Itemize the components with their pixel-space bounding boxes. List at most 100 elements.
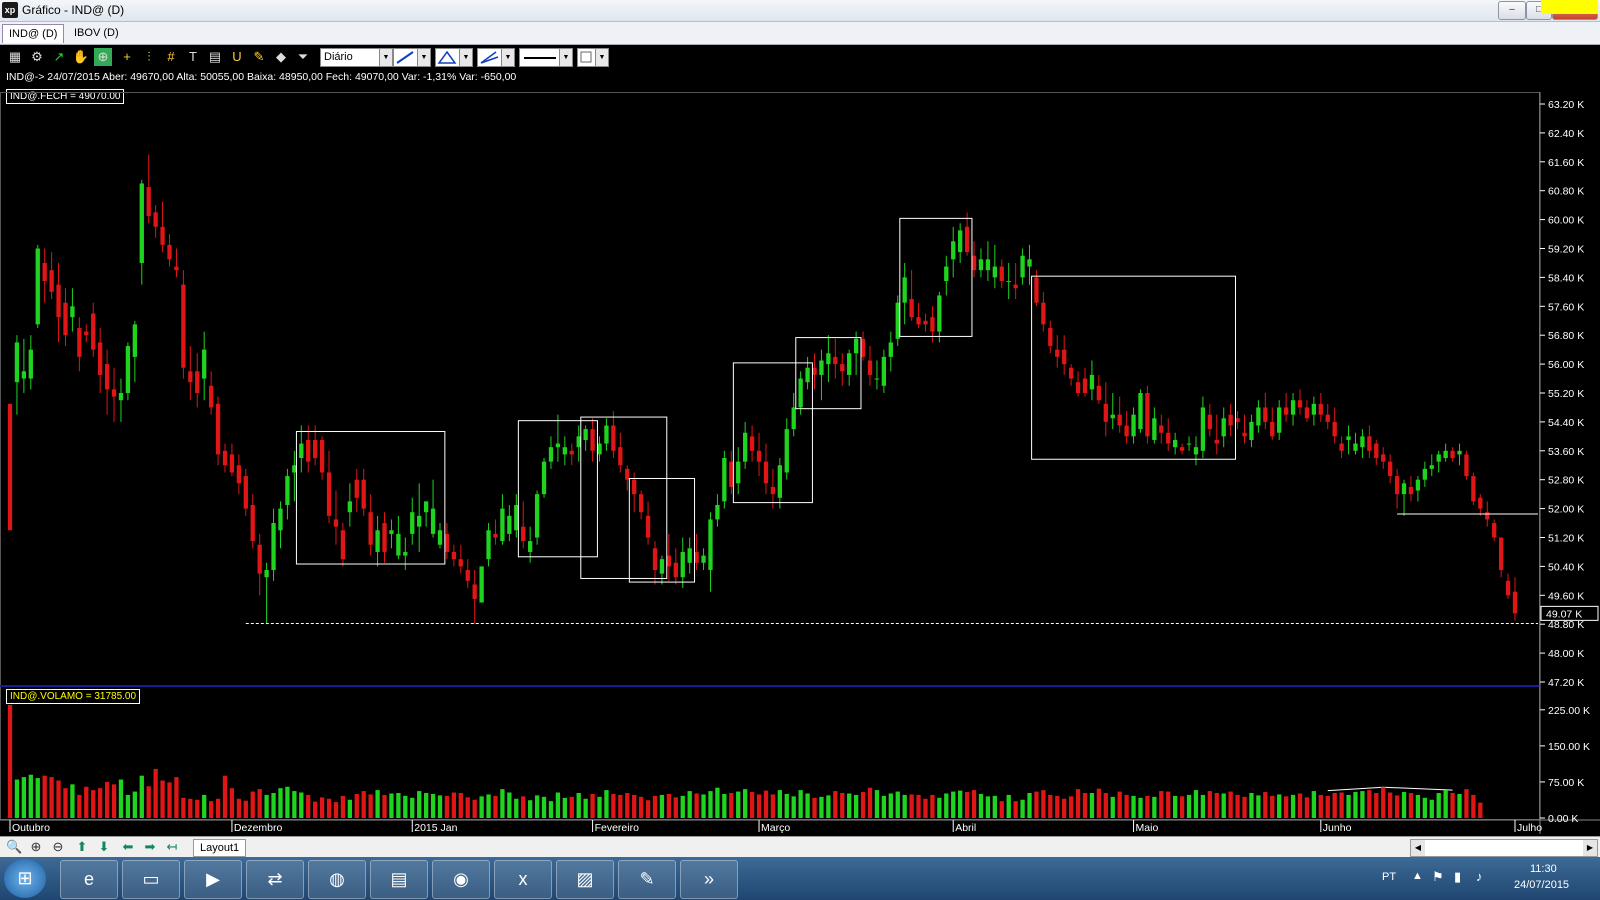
volume-tick-label: 225.00 K: [1548, 705, 1590, 717]
volume-bar: [625, 792, 630, 818]
volume-bar: [770, 794, 776, 818]
price-tick-label: 52.80 K: [1548, 475, 1584, 487]
arrow-up-icon[interactable]: ⬆: [74, 839, 90, 855]
volume-bar: [181, 797, 186, 818]
candle-body: [548, 447, 554, 462]
language-indicator[interactable]: PT: [1382, 871, 1396, 883]
volume-bar: [1103, 792, 1108, 818]
network-icon[interactable]: ⇄: [246, 860, 304, 899]
volume-bar: [1096, 788, 1102, 818]
candle-body: [222, 450, 228, 466]
volume-bar: [1020, 799, 1025, 818]
volume-bar: [555, 792, 561, 818]
volume-bar: [964, 792, 970, 818]
volume-bar: [729, 792, 734, 818]
candle-body: [493, 533, 498, 538]
volume-bar: [479, 796, 484, 818]
scroll-end-icon[interactable]: ↤: [164, 839, 180, 855]
zoom-out-icon[interactable]: ⊖: [50, 839, 66, 855]
candle-body: [833, 356, 838, 365]
candle-body: [687, 548, 692, 563]
volume-tick-label: 75.00 K: [1548, 777, 1584, 789]
tray-arrow-icon[interactable]: ▲: [1412, 870, 1423, 882]
arrow-left-icon[interactable]: ⬅: [120, 839, 136, 855]
candle-body: [756, 450, 762, 462]
volume-bar: [833, 791, 838, 818]
candle-body: [125, 346, 131, 393]
arrow-down-icon[interactable]: ⬇: [96, 839, 112, 855]
candle-body: [146, 187, 151, 216]
clock-time[interactable]: 11:30: [1530, 863, 1557, 875]
volume-bar: [784, 793, 789, 818]
hp-icon[interactable]: ◍: [308, 860, 366, 899]
ie-icon[interactable]: e: [60, 860, 118, 899]
media-app-icon[interactable]: »: [680, 860, 738, 899]
search-icon[interactable]: 🔍: [6, 839, 22, 855]
candle-body: [1401, 483, 1407, 495]
last-volume-label: 31.79 K: [1548, 0, 1584, 3]
candle-body: [1034, 277, 1039, 303]
arrow-right-icon[interactable]: ➡: [142, 839, 158, 855]
volume-bar: [1290, 794, 1296, 818]
candle-body: [132, 324, 137, 357]
volume-bar: [160, 780, 165, 818]
candle-body: [333, 519, 339, 527]
media-player-icon[interactable]: ▶: [184, 860, 242, 899]
candle-body: [1242, 432, 1247, 437]
volume-bar: [840, 792, 845, 818]
candle-body: [701, 555, 706, 563]
candle-body: [569, 450, 574, 455]
candle-body: [319, 439, 325, 473]
candle-body: [763, 461, 769, 484]
price-tick-label: 53.60 K: [1548, 446, 1584, 458]
volume-bar: [992, 795, 997, 818]
price-tick-label: 48.80 K: [1548, 619, 1584, 631]
xp-app-taskbar-icon[interactable]: x: [494, 860, 552, 899]
price-tick-label: 56.00 K: [1548, 359, 1584, 371]
candle-body: [694, 551, 699, 563]
price-tick-label: 60.80 K: [1548, 186, 1584, 198]
volume-bar: [313, 801, 318, 818]
volume-bar: [590, 793, 595, 818]
chrome-icon[interactable]: ◉: [432, 860, 490, 899]
volume-bar: [971, 790, 977, 818]
folder-icon[interactable]: ▭: [122, 860, 180, 899]
candle-body: [472, 584, 477, 599]
horizontal-scrollbar[interactable]: ◀ ▶: [1410, 839, 1598, 857]
zoom-in-icon[interactable]: ⊕: [28, 839, 44, 855]
price-tick-label: 48.00 K: [1548, 648, 1584, 660]
candle-body: [403, 551, 408, 556]
candle-body: [1138, 393, 1143, 430]
start-button[interactable]: ⊞: [4, 859, 46, 898]
volume-bar: [1089, 792, 1095, 818]
volume-bar: [673, 797, 678, 818]
files-icon[interactable]: ▤: [370, 860, 428, 899]
month-label: Maio: [1136, 822, 1159, 834]
volume-bar: [292, 791, 297, 818]
clock-date[interactable]: 24/07/2015: [1514, 879, 1569, 891]
photo-viewer-icon[interactable]: ▨: [556, 860, 614, 899]
volume-bar: [417, 791, 422, 818]
signal-icon[interactable]: ▮: [1454, 869, 1461, 885]
volume-bar: [756, 794, 762, 818]
layout-tab[interactable]: Layout1: [193, 839, 247, 857]
volume-bar: [278, 788, 283, 818]
volume-bar: [826, 795, 831, 818]
volume-bar: [1207, 791, 1212, 818]
candle-body: [1249, 421, 1254, 440]
volume-bar: [146, 786, 151, 818]
volume-bar: [1277, 794, 1282, 818]
candle-body: [736, 461, 741, 484]
price-tick-label: 60.00 K: [1548, 215, 1584, 227]
candle-body: [1297, 400, 1303, 408]
volume-bar: [1152, 796, 1157, 818]
paint-icon[interactable]: ✎: [618, 860, 676, 899]
price-chart[interactable]: 63.20 K 62.40 K 61.60 K 60.80 K 60.00 K 59.20…: [0, 0, 1600, 836]
scroll-right-icon[interactable]: ▶: [1583, 840, 1597, 856]
candle-body: [860, 338, 866, 357]
volume-bar: [410, 797, 415, 818]
price-tick-label: 47.20 K: [1548, 677, 1584, 689]
action-center-icon[interactable]: ⚑: [1432, 869, 1444, 885]
volume-icon[interactable]: ♪: [1476, 869, 1483, 884]
scroll-left-icon[interactable]: ◀: [1411, 840, 1425, 856]
